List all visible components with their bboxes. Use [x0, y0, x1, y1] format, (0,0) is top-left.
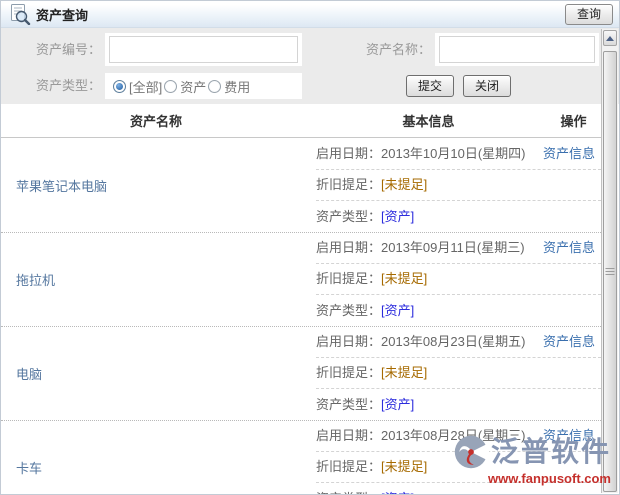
depreciation-value: [未提足]: [381, 365, 428, 380]
basic-info-cell: 启用日期： 2013年08月23日(星期五) 资产信息 折旧提足： [未提足] 资产…: [311, 327, 601, 420]
depreciation-line: 折旧提足： [未提足]: [316, 170, 601, 201]
start-date-line: 启用日期： 2013年08月23日(星期五) 资产信息: [316, 327, 601, 358]
asset-name-label: 资产名称：: [365, 42, 431, 57]
asset-type-line-label: 资产类型：: [316, 484, 381, 495]
depreciation-label: 折旧提足：: [316, 177, 382, 192]
basic-info-cell: 启用日期： 2013年09月11日(星期三) 资产信息 折旧提足： [未提足] 资产…: [311, 233, 601, 326]
depreciation-label: 折旧提足：: [316, 459, 382, 474]
titlebar: 资产查询 查询: [1, 1, 619, 28]
basic-info-cell: 启用日期： 2013年10月10日(星期四) 资产信息 折旧提足： [未提足] 资产…: [311, 139, 601, 232]
asset-type-label: 资产类型：: [35, 78, 101, 93]
start-date-line: 启用日期： 2013年10月10日(星期四) 资产信息: [316, 139, 601, 170]
asset-info-link[interactable]: 资产信息: [543, 421, 595, 451]
asset-info-link[interactable]: 资产信息: [543, 327, 595, 357]
radio-circle-icon: [208, 79, 222, 93]
asset-type-radio-group: [全部] 资产 费用: [105, 73, 302, 99]
asset-type-value: [资产]: [381, 484, 414, 495]
depreciation-line: 折旧提足： [未提足]: [316, 264, 601, 295]
table-body: 苹果笔记本电脑 启用日期： 2013年10月10日(星期四) 资产信息 折旧提足：…: [1, 139, 601, 494]
asset-type-value: [资产]: [381, 302, 415, 318]
asset-name-cell-value[interactable]: 苹果笔记本电脑: [1, 139, 311, 232]
depreciation-label: 折旧提足：: [316, 365, 382, 380]
asset-type-radio[interactable]: [全部]: [113, 77, 162, 96]
asset-type-radio[interactable]: 费用: [208, 77, 250, 96]
asset-type-radio[interactable]: 资产: [164, 77, 206, 96]
asset-number-label: 资产编号：: [35, 42, 101, 57]
start-date-label: 启用日期：: [316, 334, 382, 349]
column-header-asset-name: 资产名称: [129, 114, 182, 129]
start-date-line: 启用日期： 2013年08月28日(星期三) 资产信息: [316, 421, 601, 452]
query-button[interactable]: 查询: [565, 3, 613, 25]
depreciation-value: [未提足]: [381, 177, 428, 192]
table-header: 资产名称 基本信息 操作: [1, 104, 601, 138]
start-date-value: 2013年08月28日(星期三): [381, 428, 526, 443]
start-date-value: 2013年08月23日(星期五): [381, 334, 526, 349]
vertical-scrollbar[interactable]: [601, 29, 618, 493]
asset-query-window: 资产查询 查询 资产编号： 资产名称： 资产类型： [全部] 资产 费用 提交 …: [0, 0, 620, 495]
asset-name-cell-value[interactable]: 拖拉机: [1, 233, 311, 326]
asset-name-cell-value[interactable]: 卡车: [1, 421, 311, 494]
table-row: 电脑 启用日期： 2013年08月23日(星期五) 资产信息 折旧提足： [未提足]…: [1, 327, 601, 421]
submit-button[interactable]: 提交: [406, 75, 454, 97]
table-row: 拖拉机 启用日期： 2013年09月11日(星期三) 资产信息 折旧提足： [未提足…: [1, 233, 601, 327]
asset-type-line: 资产类型：[资产]: [316, 201, 601, 232]
asset-type-line: 资产类型：[资产]: [316, 295, 601, 326]
asset-type-value: [资产]: [381, 396, 415, 412]
depreciation-line: 折旧提足： [未提足]: [316, 452, 601, 483]
radio-circle-icon: [164, 79, 178, 93]
asset-info-link[interactable]: 资产信息: [543, 233, 595, 263]
asset-name-input[interactable]: [439, 36, 595, 63]
start-date-value: 2013年10月10日(星期四): [381, 146, 526, 161]
asset-type-line-label: 资产类型：: [316, 396, 382, 412]
column-header-actions: 操作: [560, 114, 587, 129]
radio-option-label: [全部]: [129, 79, 163, 95]
asset-number-input[interactable]: [109, 36, 298, 63]
start-date-label: 启用日期：: [316, 146, 382, 161]
start-date-label: 启用日期：: [316, 240, 382, 255]
asset-type-line: 资产类型：[资产]: [316, 483, 601, 495]
asset-name-cell-value[interactable]: 电脑: [1, 327, 311, 420]
basic-info-cell: 启用日期：2013年08月28日(星期三) 资产信息 折旧提足：[未提足] 资产…: [311, 421, 601, 494]
depreciation-value: [未提足]: [381, 459, 428, 474]
asset-type-line: 资产类型：[资产]: [316, 389, 601, 420]
table-row: 苹果笔记本电脑 启用日期： 2013年10月10日(星期四) 资产信息 折旧提足：…: [1, 139, 601, 233]
scroll-up-arrow-icon: [606, 35, 614, 41]
asset-info-link[interactable]: 资产信息: [543, 139, 595, 169]
depreciation-label: 折旧提足：: [316, 271, 382, 286]
scrollbar-thumb[interactable]: [603, 51, 617, 492]
radio-option-label: 费用: [224, 79, 251, 95]
scroll-up-button[interactable]: [603, 30, 617, 46]
column-header-basic-info: 基本信息: [402, 114, 455, 129]
asset-type-value: [资产]: [381, 208, 415, 224]
document-search-icon: [11, 4, 31, 25]
depreciation-value: [未提足]: [381, 271, 428, 286]
asset-type-line-label: 资产类型：: [316, 302, 382, 318]
radio-circle-icon: [113, 79, 126, 93]
asset-type-line-label: 资产类型：: [316, 208, 382, 224]
close-button[interactable]: 关闭: [463, 75, 511, 97]
start-date-line: 启用日期： 2013年09月11日(星期三) 资产信息: [316, 233, 601, 264]
start-date-label: 启用日期：: [316, 428, 382, 443]
radio-option-label: 资产: [180, 79, 207, 95]
search-form: 资产编号： 资产名称： 资产类型： [全部] 资产 费用 提交 关闭: [1, 28, 619, 104]
depreciation-line: 折旧提足： [未提足]: [316, 358, 601, 389]
table-row: 卡车 启用日期： 2013年08月28日(星期三) 资产信息 折旧提足： [未提足]…: [1, 421, 601, 494]
page-title: 资产查询: [36, 7, 89, 23]
start-date-value: 2013年09月11日(星期三): [381, 240, 525, 255]
scrollbar-grip-icon: [605, 267, 615, 276]
asset-number-cell: [105, 33, 302, 66]
asset-name-cell: [435, 33, 599, 66]
